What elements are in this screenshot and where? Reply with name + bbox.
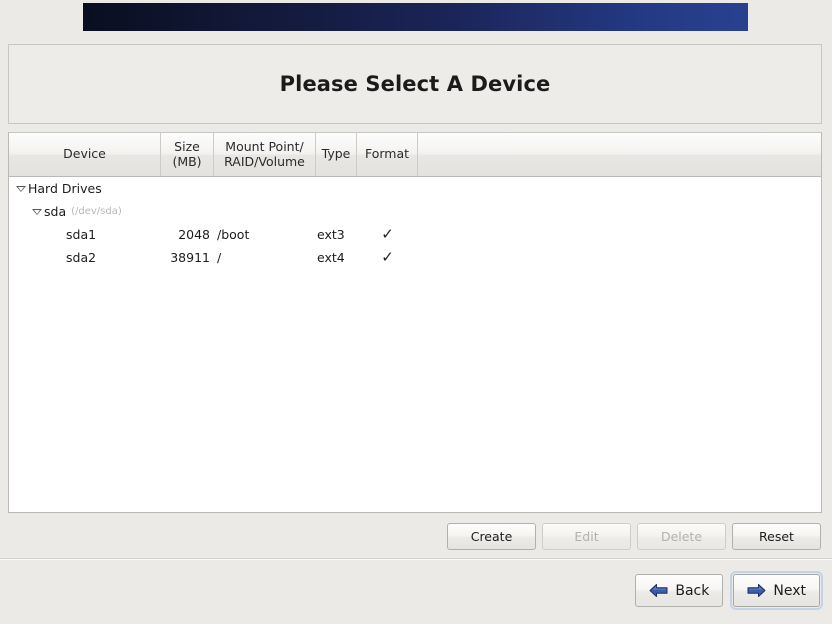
table-row[interactable]: sda (/dev/sda) [9,200,821,223]
edit-button: Edit [542,523,631,550]
column-header-size-line1: Size [174,139,200,154]
column-header-device-label: Device [63,147,106,161]
delete-button: Delete [637,523,726,550]
expander-triangle-icon[interactable] [15,182,28,195]
next-button[interactable]: Next [733,574,820,607]
banner-area [0,0,832,36]
reset-button[interactable]: Reset [732,523,821,550]
column-header-filler [418,133,821,176]
column-header-device[interactable]: Device [9,133,161,176]
cell-size: 38911 [161,250,214,265]
device-table-body: Hard Drives sda (/dev/sda) sda1 2048 [9,177,821,512]
column-header-type[interactable]: Type [316,133,357,176]
partition-action-buttons: Create Edit Delete Reset [0,516,832,556]
column-header-format[interactable]: Format [357,133,418,176]
table-row[interactable]: sda2 38911 / ext4 ✓ [9,246,821,269]
cell-device-label: sda [44,204,66,219]
cell-device: Hard Drives [9,181,161,196]
column-header-mount-point[interactable]: Mount Point/ RAID/Volume [214,133,316,176]
back-button[interactable]: Back [635,574,723,607]
device-table-panel: Device Size (MB) Mount Point/ RAID/Volum… [8,132,822,513]
table-row[interactable]: Hard Drives [9,177,821,200]
column-header-mount-line1: Mount Point/ [225,139,303,154]
arrow-left-icon [649,583,668,598]
navigation-buttons: Back Next [0,574,832,614]
column-header-size-line2: (MB) [172,154,201,169]
cell-type: ext4 [316,250,357,265]
cell-device: sda2 [9,250,161,265]
cell-format-check-icon: ✓ [357,227,418,242]
cell-device-label: Hard Drives [28,181,102,196]
arrow-right-icon [747,583,766,598]
footer-separator-highlight [0,559,832,560]
column-header-type-label: Type [322,147,351,161]
page-title: Please Select A Device [280,72,551,96]
cell-mount-point: /boot [214,227,316,242]
cell-device-path: (/dev/sda) [71,206,122,217]
create-button[interactable]: Create [447,523,536,550]
column-header-format-label: Format [365,147,409,161]
column-header-mount-point-label: Mount Point/ RAID/Volume [224,140,305,169]
cell-format-check-icon: ✓ [357,250,418,265]
cell-size: 2048 [161,227,214,242]
cell-type: ext3 [316,227,357,242]
cell-device-label: sda2 [66,250,96,265]
title-panel: Please Select A Device [8,44,822,124]
column-header-mount-line2: RAID/Volume [224,154,305,169]
column-header-size-label: Size (MB) [172,140,201,169]
installer-banner [83,3,748,31]
back-button-label: Back [675,583,709,599]
cell-device: sda (/dev/sda) [9,204,161,219]
cell-device: sda1 [9,227,161,242]
expander-triangle-icon[interactable] [31,205,44,218]
table-header-row: Device Size (MB) Mount Point/ RAID/Volum… [9,133,821,177]
next-button-label: Next [773,583,806,599]
table-row[interactable]: sda1 2048 /boot ext3 ✓ [9,223,821,246]
column-header-size[interactable]: Size (MB) [161,133,214,176]
cell-mount-point: / [214,250,316,265]
cell-device-label: sda1 [66,227,96,242]
